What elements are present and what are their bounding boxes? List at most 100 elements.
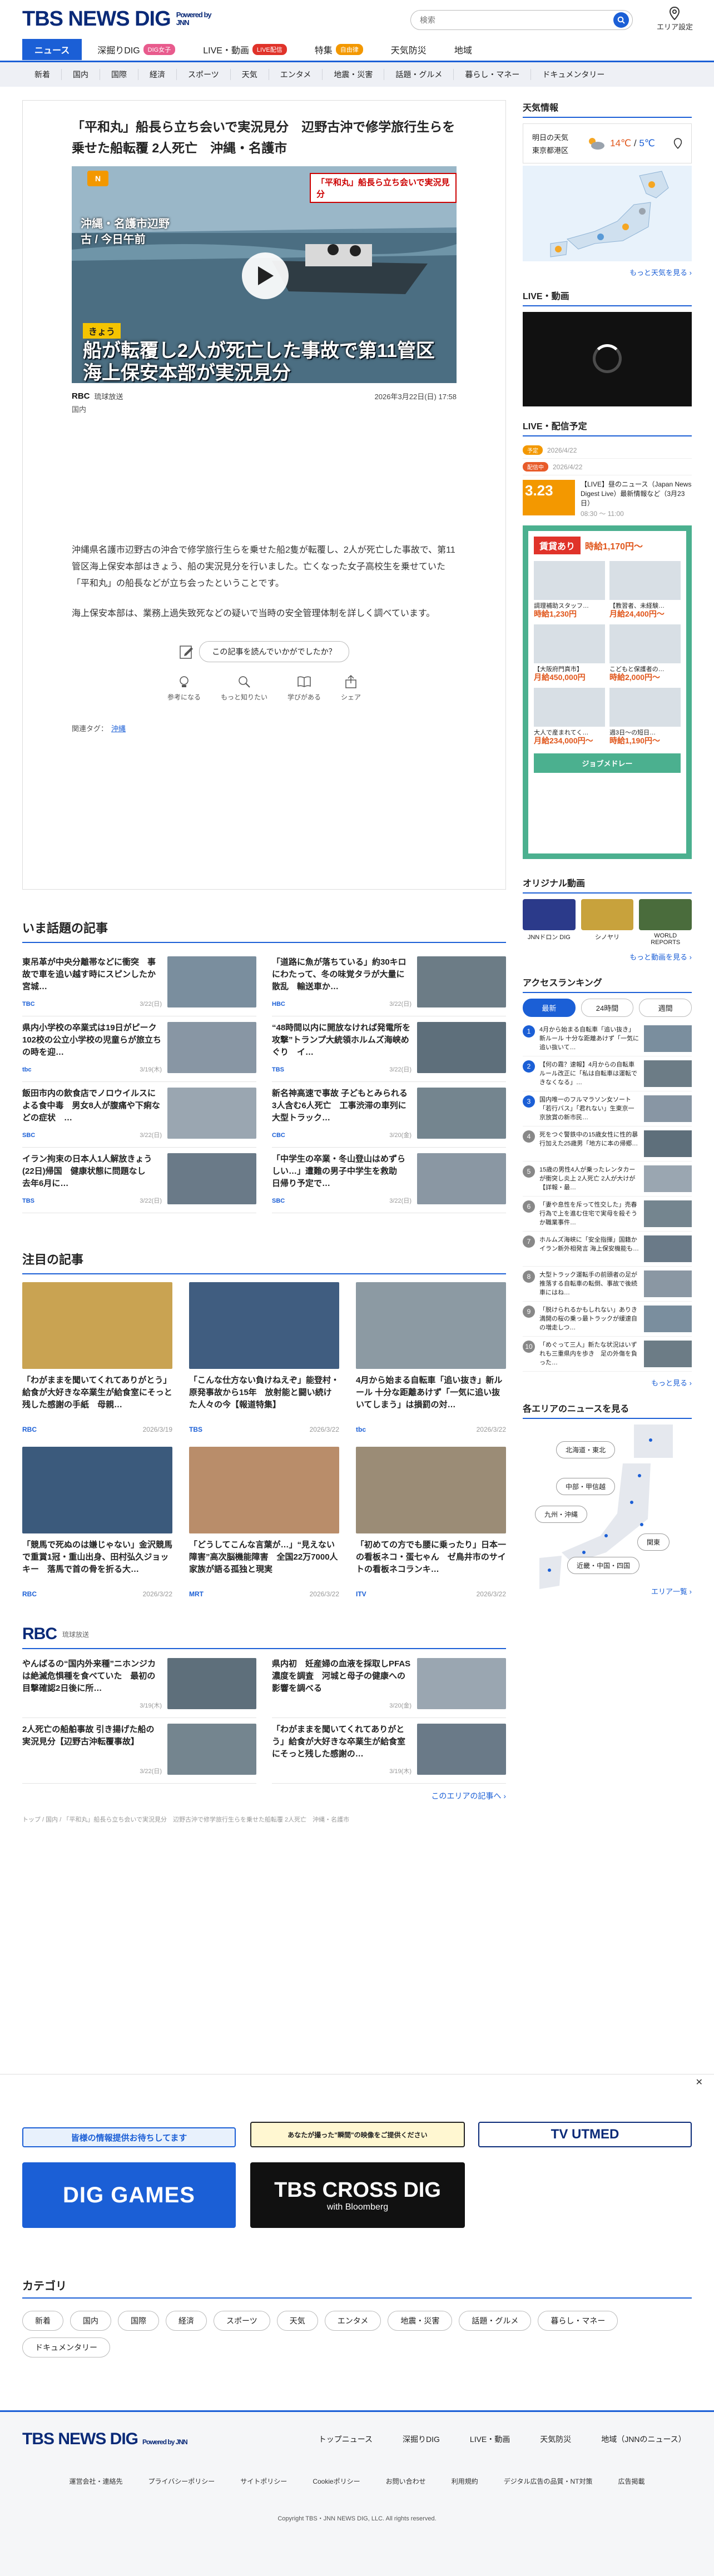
area-more-link[interactable]: エリア一覧 › [651,1586,692,1596]
footer-nav-item[interactable]: 深掘りDIG [403,2434,440,2445]
cat-life[interactable]: 暮らし・マネー [454,69,532,80]
category-chip[interactable]: ドキュメンタリー [22,2337,110,2357]
footer-nav-item[interactable]: LIVE・動画 [470,2434,510,2445]
tab-region[interactable]: 地域 [442,39,484,60]
schedule-row[interactable]: 予定 2026/4/22 [523,442,692,459]
ranking-item[interactable]: 1 4月から始まる自転車「追い抜き」新ルール 十分な距離あけず「一気に追い抜いて… [523,1021,692,1056]
trending-item[interactable]: イラン拘束の日本人1人解放きょう(22日)帰国 健康状態に問題なし 去年6月に…… [22,1148,256,1213]
original-video-item[interactable]: WORLD REPORTS [639,899,692,946]
ad-item[interactable]: 週3日〜の短日… 時給1,190円〜 [609,688,681,744]
ad-item[interactable]: こどもと保護者の… 時給2,000円〜 [609,624,681,681]
dig-games-banner[interactable]: DIG GAMES [22,2162,236,2228]
category-chip[interactable]: 地震・災害 [388,2311,453,2331]
trending-item[interactable]: 東吊革が中央分離帯などに衝突 事故で車を追い越す時にスピンしたか 宮城… TBC 3… [22,951,256,1016]
ranking-item[interactable]: 4 死をつぐ警鉄中の15歳女性に性的暴行加えた25歳男「地方に本の帰郷… [523,1126,692,1162]
original-more-link[interactable]: もっと動画を見る › [523,951,692,962]
cross-dig-banner[interactable]: TBS CROSS DIG with Bloomberg [250,2162,465,2228]
trending-item[interactable]: 飯田市内の飲食店でノロウイルスによる食中毒 男女8人が腹痛や下痢などの症状 … S… [22,1082,256,1148]
featured-item[interactable]: 「競馬で死ぬのは嫌じゃない」金沢競馬で重賞1冠・重山出身、田村弘久ジョッキー 落… [22,1447,172,1611]
trending-item[interactable]: 新名神高速で事故 子どもとみられる3人含む6人死亡 工事渋滞の車列に大型トラック… [272,1082,506,1148]
area-chubu-button[interactable]: 中部・甲信越 [556,1478,616,1495]
area-kinki-button[interactable]: 近畿・中国・四国 [567,1557,640,1574]
reaction-helpful[interactable]: 参考になる [167,674,201,702]
tv-banner[interactable]: TV UTMED [478,2122,692,2147]
ranking-item[interactable]: 5 15歳の男性4人が乗ったレンタカーが衝突し炎上 2人死亡 2人が大けが【詳報・… [523,1162,692,1197]
rbc-item[interactable]: やんばるの“国内外来種”ニホンジカは絶滅危惧種を食べていた 最初の目撃確認2日後… [22,1652,256,1718]
footer-nav-item[interactable]: 地域（JNNのニュース） [601,2434,686,2445]
weather-more-link[interactable]: もっと天気を見る › [523,267,692,277]
rbc-item[interactable]: 「わがままを聞いてくれてありがとう」給食が大好きな卒業生が給食室にそっと残した感… [272,1718,506,1784]
area-kanto-button[interactable]: 関東 [637,1533,670,1551]
location-pin-icon[interactable] [673,138,682,149]
cat-sports[interactable]: スポーツ [177,69,231,80]
tag-link[interactable]: 沖縄 [111,724,126,733]
tab-feature[interactable]: 特集 自由律 [303,39,375,60]
footer-link[interactable]: お問い合わせ [386,2476,426,2486]
tab-weather[interactable]: 天気防災 [379,39,439,60]
ranking-item[interactable]: 3 国内唯一のフルマラソン女ソート「若行バス」「君れない」生東京一京放賞の新市民… [523,1091,692,1126]
article-video[interactable]: N 「平和丸」船長ら立ち会いで実況見分 沖縄・名護市辺野古 / 今日午前 きょう… [72,166,457,383]
category-chip[interactable]: エンタメ [324,2311,381,2331]
featured-item[interactable]: 「どうしてこんな言葉が…」“見えない障害”高次脳機能障害 全国22万7000人 … [189,1447,346,1611]
ranking-tab-weekly[interactable]: 週間 [639,999,692,1017]
footer-nav-item[interactable]: 天気防災 [540,2434,571,2445]
original-video-item[interactable]: JNNドロン DIG [523,899,576,946]
trending-item[interactable]: 「道路に魚が落ちている」約30キロにわたって、冬の味覚タラが大量に散乱 輸送車か… [272,951,506,1016]
cat-domestic[interactable]: 国内 [62,69,100,80]
featured-item[interactable]: 「わがままを聞いてくれてありがとう」給食が大好きな卒業生が給食室にそっと残した感… [22,1282,172,1447]
ranking-item[interactable]: 10 「めぐって三人」新たな状況はいずれも三重県内を歩き 足の外傷を負った… [523,1337,692,1372]
original-video-item[interactable]: シノヤリ [581,899,634,946]
trending-item[interactable]: 県内小学校の卒業式は19日がピーク 102校の公立小学校の児童らが旅立ちの時を迎… [22,1016,256,1082]
ranking-tab-24h[interactable]: 24時間 [581,999,634,1017]
footer-link[interactable]: 利用規約 [452,2476,478,2486]
ad-item[interactable]: 大人で産まれてく… 月給234,000円〜 [534,688,605,744]
trending-item[interactable]: 「中学生の卒業・冬山登山はめずらしい…」遭難の男子中学生を救助 日帰り予定で… S… [272,1148,506,1213]
footer-link[interactable]: プライバシーポリシー [148,2476,215,2486]
rbc-item[interactable]: 2人死亡の船舶事故 引き揚げた船の実況見分【辺野古沖転覆事故】 3/22(日) [22,1718,256,1784]
ranking-more-link[interactable]: もっと見る › [523,1377,692,1388]
category-chip[interactable]: 天気 [276,2311,318,2331]
ranking-item[interactable]: 7 ホルムズ海峡に「安全指揮」国籍か イラン新外相発言 海上保安機能も… [523,1232,692,1267]
cat-new[interactable]: 新着 [22,69,62,80]
featured-item[interactable]: 4月から始まる自転車「追い抜き」新ルール 十分な距離あけず「一気に追い抜いてしま… [356,1282,506,1447]
trending-item[interactable]: “48時間以内に開放なければ発電所を攻撃”トランプ大統領ホルムズ海峡めぐり イ…… [272,1016,506,1082]
close-icon[interactable]: ✕ [696,2077,703,2088]
footer-nav-item[interactable]: トップニュース [319,2434,373,2445]
footer-link[interactable]: Cookieポリシー [313,2476,360,2486]
cat-topics[interactable]: 話題・グルメ [384,69,454,80]
tab-dig[interactable]: 深掘りDIG DIG女子 [85,39,187,60]
weather-map[interactable] [523,166,692,261]
ranking-item[interactable]: 8 大型トラック運転手の前頭者の足が推落する自転車の転倒、事故で後続車にはね… [523,1267,692,1302]
cat-economy[interactable]: 経済 [138,69,177,80]
rbc-item[interactable]: 県内初 妊産婦の血液を採取しPFAS濃度を調査 河城と母子の健康への影響を調べる… [272,1652,506,1718]
ad-item[interactable]: 【大阪府門真市】 月給450,000円 [534,624,605,681]
category-chip[interactable]: 暮らし・マネー [538,2311,618,2331]
category-chip[interactable]: スポーツ [214,2311,270,2331]
cat-documentary[interactable]: ドキュメンタリー [531,69,616,80]
schedule-event[interactable]: 3.23 【LIVE】昼のニュース（Japan News Digest Live… [523,475,692,523]
category-chip[interactable]: 話題・グルメ [459,2311,532,2331]
area-tohoku-button[interactable]: 北海道・東北 [556,1441,616,1458]
rbc-logo[interactable]: RBC [22,1625,57,1644]
reaction-more[interactable]: もっと知りたい [221,674,267,702]
weather-widget[interactable]: 明日の天気 東京都港区 14℃ / 5℃ [523,123,692,163]
featured-item[interactable]: 「こんな仕方ない負けねえぞ」能登村・原発事故から15年 放射能と闘い続けた人々の… [189,1282,339,1447]
rbc-more-link[interactable]: このエリアの記事へ › [22,1790,506,1801]
video-submit-banner[interactable]: あなたが撮った"瞬間"の映像をご提供ください [250,2122,465,2147]
ranking-item[interactable]: 6 「妻や息性を斥って性交した」売春行為で上を進む住宅で実母を殺そうか職業事件… [523,1197,692,1232]
article-category[interactable]: 国内 [72,404,123,414]
footer-link[interactable]: サイトポリシー [240,2476,287,2486]
ad-item[interactable]: 調理補助スタッフ… 時給1,230円 [534,561,605,618]
category-chip[interactable]: 新着 [22,2311,63,2331]
category-chip[interactable]: 国内 [70,2311,111,2331]
share-button[interactable]: シェア [341,674,361,702]
ranking-tab-latest[interactable]: 最新 [523,999,576,1017]
cat-international[interactable]: 国際 [100,69,138,80]
featured-item[interactable]: 「初めての方でも腰に乗ったり」日本一の看板ネコ・蛋七ゃん ゼ鳥井市のサイトの看板… [356,1447,506,1611]
footer-link[interactable]: 運営会社・連絡先 [70,2476,123,2486]
play-button[interactable] [242,252,289,299]
job-ad[interactable]: 賃貸あり 時給1,170円〜 調理補助スタッフ… 時給1,230円 【教習者、未経… [523,525,692,859]
category-chip[interactable]: 経済 [166,2311,207,2331]
area-setting[interactable]: エリア設定 [657,7,693,32]
schedule-row[interactable]: 配信中 2026/4/22 [523,459,692,475]
